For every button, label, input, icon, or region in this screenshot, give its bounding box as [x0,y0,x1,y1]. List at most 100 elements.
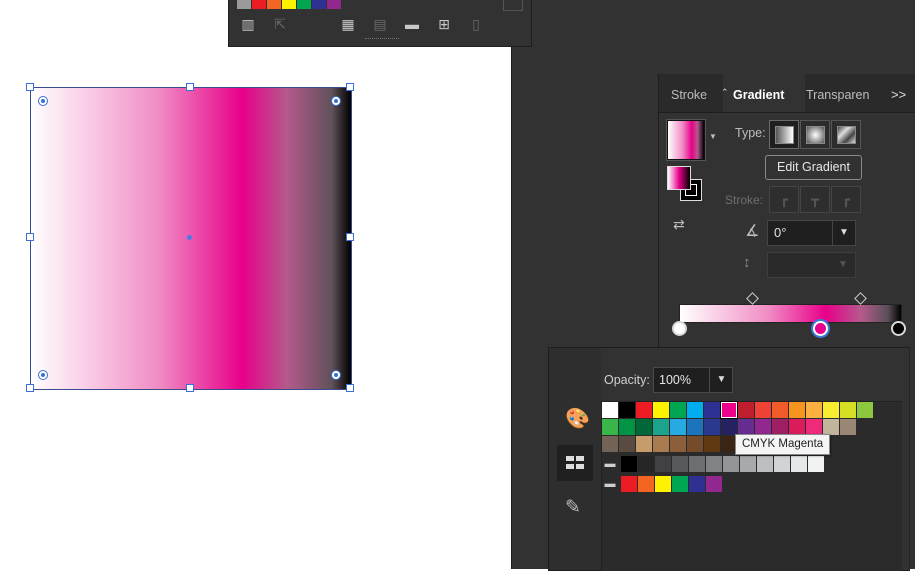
freeform-gradient-button[interactable] [831,120,861,149]
swatch[interactable] [619,436,635,452]
angle-value[interactable]: 0° [774,225,786,240]
corner-radius-widget-bottom-right[interactable] [331,370,341,380]
swatch[interactable] [704,402,720,418]
swatch[interactable] [808,456,824,472]
swatches-icon[interactable] [557,445,593,481]
chevron-down-icon[interactable]: ▼ [709,368,733,392]
corner-radius-widget-top-left[interactable] [38,96,48,106]
swatch[interactable] [237,0,251,9]
swatch[interactable] [772,419,788,435]
gradient-midpoint-2[interactable] [854,292,867,305]
chevron-down-icon[interactable]: ▼ [709,132,717,141]
swatch[interactable] [706,456,722,472]
swatch[interactable] [653,436,669,452]
swatch[interactable] [638,476,654,492]
swatch-selected[interactable] [721,402,737,418]
aspect-ratio-field[interactable]: ▼ [767,252,856,278]
gradient-slider[interactable] [679,304,902,323]
bounding-handle-bottom-center[interactable] [186,384,194,392]
swatch[interactable] [312,0,326,9]
swatch[interactable] [704,436,720,452]
swatch[interactable] [672,476,688,492]
swatch[interactable] [755,419,771,435]
fill-swatch[interactable] [667,166,691,190]
swatch[interactable] [689,456,705,472]
gradient-stop-white[interactable] [672,321,687,336]
swatch-kind-icon[interactable]: ▦ [339,15,357,33]
linear-gradient-button[interactable] [769,120,799,149]
palette-icon[interactable]: 🎨 [565,406,590,431]
folder-icon[interactable]: ▬ [602,476,618,492]
swatch[interactable] [738,402,754,418]
swatch[interactable] [602,402,618,418]
swatch[interactable] [636,436,652,452]
swatch[interactable] [653,402,669,418]
stroke-within-icon[interactable]: ┏ [769,186,799,213]
tab-gradient[interactable]: ⌃ Gradient [721,74,805,112]
swatch[interactable] [857,402,873,418]
swatch[interactable] [823,402,839,418]
gradient-stop-magenta[interactable] [813,321,828,336]
opacity-field[interactable]: 100% ▼ [653,367,733,393]
folder-icon[interactable]: ▬ [602,456,618,472]
swatch[interactable] [687,436,703,452]
swatch[interactable] [755,402,771,418]
swatch[interactable] [602,419,618,435]
libraries-icon[interactable]: ▥ [239,15,257,33]
swatch[interactable] [791,456,807,472]
swatch[interactable] [806,402,822,418]
swatch[interactable] [653,419,669,435]
swatch[interactable] [602,436,618,452]
swatch[interactable] [687,402,703,418]
swatch[interactable] [670,436,686,452]
gradient-preview-swatch[interactable] [667,120,705,160]
swatch[interactable] [789,419,805,435]
tab-transparency[interactable]: Transparen [797,74,892,112]
swatch[interactable] [740,456,756,472]
swatch[interactable] [655,476,671,492]
reverse-gradient-icon[interactable]: ⇄ [673,216,695,238]
swatch[interactable] [738,419,754,435]
chevron-down-icon[interactable]: ▼ [832,221,855,245]
stroke-across-icon[interactable]: ┏ [831,186,861,213]
bounding-handle-top-center[interactable] [186,83,194,91]
corner-radius-widget-bottom-left[interactable] [38,370,48,380]
swatch[interactable] [840,419,856,435]
swatch[interactable] [619,419,635,435]
swatch[interactable] [704,419,720,435]
swatch[interactable] [267,0,281,9]
swatch[interactable] [672,456,688,472]
corner-radius-widget-top-right[interactable] [331,96,341,106]
swatch[interactable] [774,456,790,472]
bounding-handle-bottom-right[interactable] [346,384,354,392]
swatch-options-icon[interactable]: ▤ [371,15,389,33]
swatch[interactable] [772,402,788,418]
swatch[interactable] [297,0,311,9]
swatch[interactable] [757,456,773,472]
swatch[interactable] [619,402,635,418]
gradient-stop-black[interactable] [891,321,906,336]
swatch[interactable] [636,419,652,435]
opacity-value[interactable]: 100% [659,373,691,387]
chevron-down-icon[interactable] [503,0,523,11]
swatch[interactable] [670,419,686,435]
swatch[interactable] [706,476,722,492]
eyedropper-icon[interactable]: ✎ [565,496,581,519]
chevron-down-icon[interactable]: ▼ [832,253,854,277]
swatch[interactable] [655,456,671,472]
angle-field[interactable]: 0° ▼ [767,220,856,246]
delete-icon[interactable]: ▯ [467,15,485,33]
bounding-handle-top-right[interactable] [346,83,354,91]
new-group-icon[interactable]: ▬ [403,15,421,33]
swatch[interactable] [687,419,703,435]
swatch[interactable] [723,456,739,472]
swatch[interactable] [806,419,822,435]
bounding-handle-middle-left[interactable] [26,233,34,241]
edit-gradient-button[interactable]: Edit Gradient [765,155,862,180]
bounding-handle-bottom-left[interactable] [26,384,34,392]
panel-menu-icon[interactable]: >> [891,74,913,112]
swatch[interactable] [789,402,805,418]
swatch[interactable] [327,0,341,9]
radial-gradient-button[interactable] [800,120,830,149]
panel-grip[interactable] [365,38,399,42]
